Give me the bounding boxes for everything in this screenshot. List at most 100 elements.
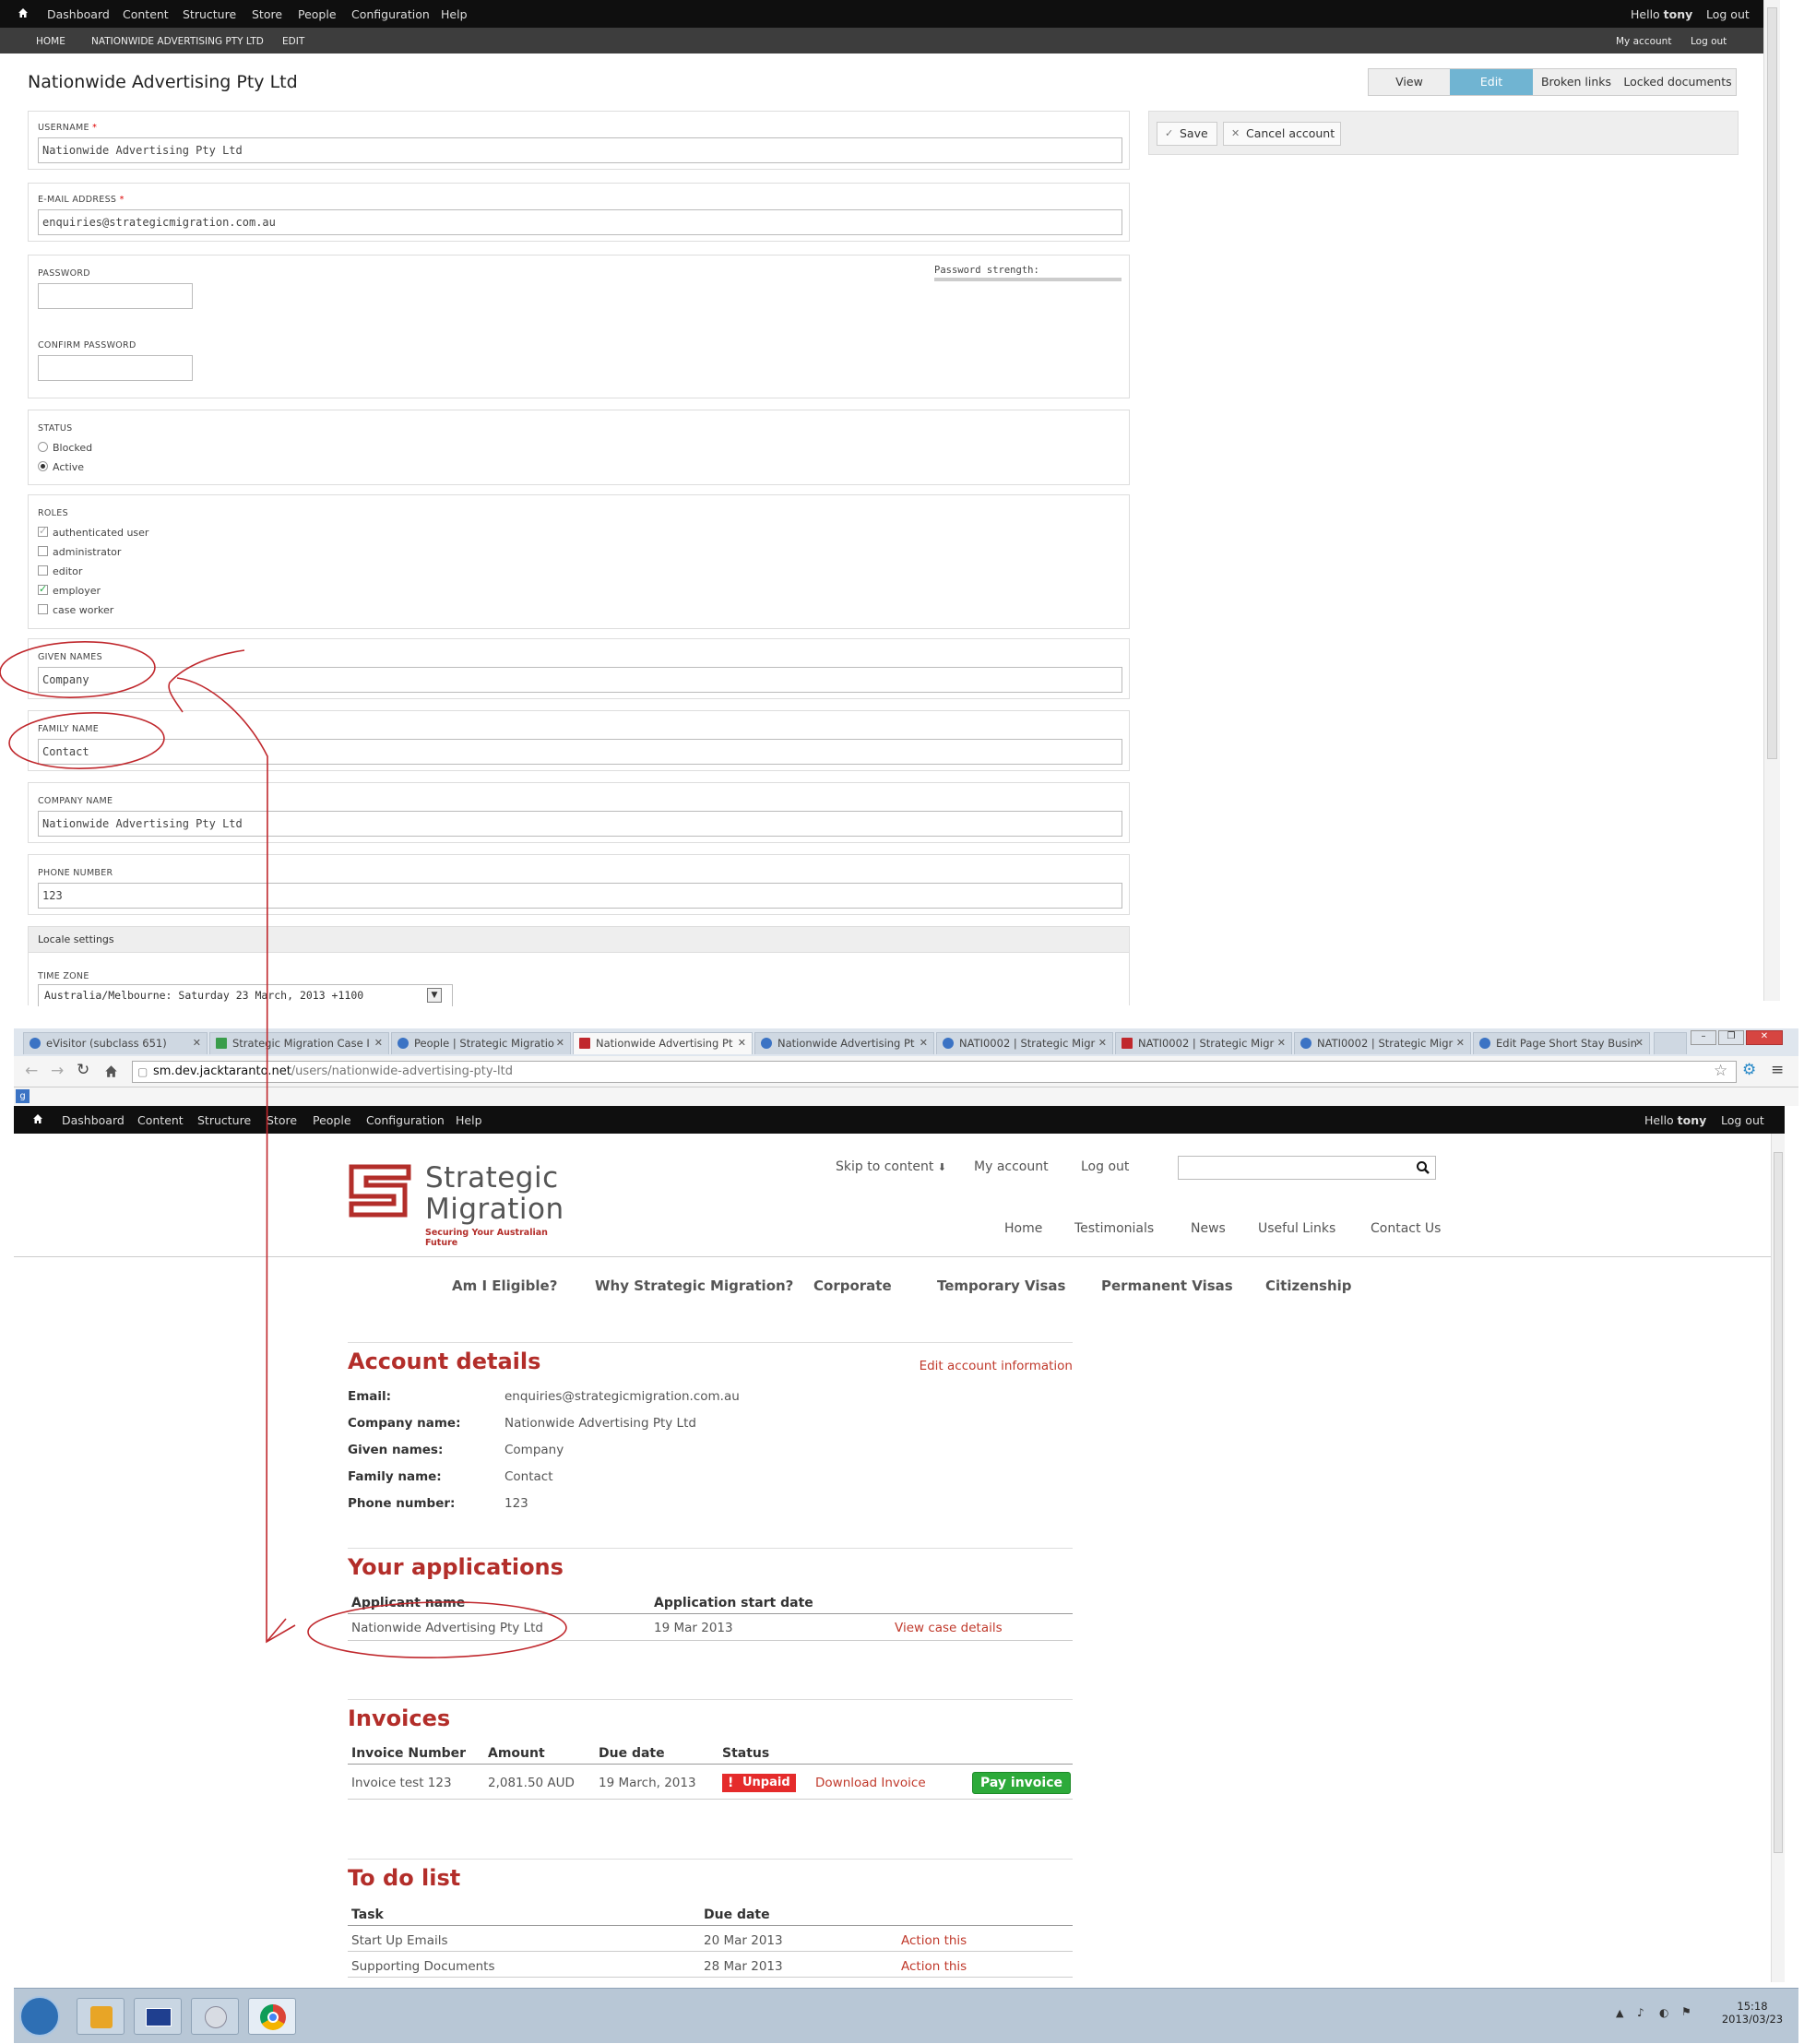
scrollbar-thumb[interactable]	[1767, 7, 1777, 759]
my-account-link[interactable]: My account	[1616, 36, 1671, 47]
tab-broken-links[interactable]: Broken links	[1533, 69, 1620, 95]
close-icon[interactable]: ✕	[738, 1033, 746, 1053]
new-tab-button[interactable]	[1654, 1032, 1687, 1054]
window-close-icon[interactable]: ✕	[1746, 1030, 1783, 1045]
close-icon[interactable]: ✕	[193, 1033, 201, 1053]
mainnav-citizenship[interactable]: Citizenship	[1265, 1278, 1352, 1294]
action-this-link[interactable]: Action this	[901, 1933, 967, 1948]
extension-gear-icon[interactable]: ⚙	[1742, 1061, 1756, 1079]
confirm-password-input[interactable]	[38, 355, 193, 381]
tray-expand-icon[interactable]: ▲	[1616, 2007, 1623, 2019]
role-editor[interactable]: editor	[38, 565, 82, 577]
start-button-icon[interactable]	[19, 1996, 60, 2037]
browser-tab-active[interactable]: Nationwide Advertising Pt ✕	[573, 1032, 753, 1054]
timezone-select[interactable]: Australia/Melbourne: Saturday 23 March, …	[38, 984, 453, 1006]
toolbar-item-store[interactable]: Store	[252, 7, 282, 21]
nav-news[interactable]: News	[1191, 1221, 1226, 1236]
radio-blocked[interactable]	[38, 442, 48, 452]
reload-icon[interactable]: ↻	[77, 1061, 89, 1079]
given-names-input[interactable]: Company	[38, 667, 1122, 693]
google-bookmark-icon[interactable]: g	[16, 1089, 30, 1103]
email-input[interactable]: enquiries@strategicmigration.com.au	[38, 209, 1122, 235]
toolbar-item-content[interactable]: Content	[137, 1113, 184, 1127]
home-icon[interactable]	[18, 7, 29, 18]
nav-useful-links[interactable]: Useful Links	[1258, 1221, 1335, 1236]
view-case-details-link[interactable]: View case details	[895, 1621, 1003, 1635]
logout-link[interactable]: Log out	[1081, 1159, 1129, 1174]
action-this-link[interactable]: Action this	[901, 1959, 967, 1974]
locale-title[interactable]: Locale settings	[38, 933, 114, 945]
password-input[interactable]	[38, 283, 193, 309]
tray-flag-icon[interactable]: ⚑	[1681, 2005, 1691, 2018]
nav-testimonials[interactable]: Testimonials	[1074, 1221, 1154, 1236]
close-icon[interactable]: ✕	[1277, 1033, 1286, 1053]
browser-tab[interactable]: People | Strategic Migratio ✕	[391, 1032, 571, 1054]
toolbar-item-help[interactable]: Help	[456, 1113, 482, 1127]
browser-tab[interactable]: NATI0002 | Strategic Migr ✕	[1294, 1032, 1471, 1054]
browser-tab[interactable]: Nationwide Advertising Pt ✕	[754, 1032, 934, 1054]
breadcrumb-home[interactable]: HOME	[36, 36, 65, 47]
forward-icon[interactable]: →	[51, 1062, 64, 1080]
search-input[interactable]	[1178, 1156, 1436, 1180]
tray-network-icon[interactable]: ◐	[1659, 2006, 1668, 2019]
toolbar-logout[interactable]: Log out	[1706, 7, 1750, 21]
scrollbar-thumb[interactable]	[1774, 1152, 1783, 1853]
checkbox-administrator[interactable]	[38, 546, 48, 556]
toolbar-item-store[interactable]: Store	[267, 1113, 297, 1127]
tab-edit[interactable]: Edit	[1450, 69, 1533, 95]
username-input[interactable]: Nationwide Advertising Pty Ltd	[38, 137, 1122, 163]
role-employer[interactable]: employer	[38, 583, 101, 597]
checkbox-case-worker[interactable]	[38, 604, 48, 614]
phone-input[interactable]: 123	[38, 883, 1122, 909]
radio-active[interactable]	[38, 461, 48, 471]
home-icon[interactable]	[32, 1113, 43, 1124]
nav-contact-us[interactable]: Contact Us	[1371, 1221, 1441, 1236]
mainnav-permanent-visas[interactable]: Permanent Visas	[1101, 1278, 1233, 1294]
toolbar-item-structure[interactable]: Structure	[183, 7, 236, 21]
close-icon[interactable]: ✕	[1635, 1033, 1644, 1053]
breadcrumb-edit[interactable]: EDIT	[282, 36, 304, 47]
menu-icon[interactable]: ≡	[1771, 1061, 1784, 1079]
close-icon[interactable]: ✕	[1098, 1033, 1107, 1053]
address-bar[interactable]: ▢ sm.dev.jacktaranto.net/users/nationwide…	[132, 1061, 1737, 1083]
browser-tab[interactable]: NATI0002 | Strategic Migr ✕	[1115, 1032, 1292, 1054]
tab-view[interactable]: View	[1369, 69, 1450, 95]
nav-home[interactable]: Home	[1004, 1221, 1042, 1236]
back-icon[interactable]: ←	[25, 1062, 38, 1080]
save-button[interactable]: ✓ Save	[1157, 122, 1217, 146]
close-icon[interactable]: ✕	[374, 1033, 383, 1053]
browser-tab[interactable]: NATI0002 | Strategic Migr ✕	[936, 1032, 1113, 1054]
toolbar-item-people[interactable]: People	[313, 1113, 351, 1127]
minimize-icon[interactable]: –	[1691, 1030, 1716, 1045]
close-icon[interactable]: ✕	[556, 1033, 564, 1053]
admin-scrollbar[interactable]	[1763, 0, 1780, 1001]
tab-locked-documents[interactable]: Locked documents	[1620, 69, 1736, 95]
role-administrator[interactable]: administrator	[38, 546, 121, 558]
checkbox-editor[interactable]	[38, 565, 48, 576]
toolbar-item-help[interactable]: Help	[441, 7, 468, 21]
toolbar-item-dashboard[interactable]: Dashboard	[47, 7, 110, 21]
toolbar-item-configuration[interactable]: Configuration	[366, 1113, 445, 1127]
locale-header[interactable]	[29, 927, 1129, 953]
browser-tab[interactable]: eVisitor (subclass 651) ✕	[23, 1032, 208, 1054]
chevron-down-icon[interactable]: ▼	[427, 988, 442, 1003]
browser-tab[interactable]: Strategic Migration Case I ✕	[209, 1032, 389, 1054]
toolbar-item-configuration[interactable]: Configuration	[351, 7, 430, 21]
mainnav-corporate[interactable]: Corporate	[813, 1278, 892, 1294]
page-scrollbar[interactable]	[1771, 1134, 1785, 1982]
family-name-input[interactable]: Contact	[38, 739, 1122, 765]
chrome-taskbar-icon[interactable]	[248, 1998, 296, 2035]
role-case-worker[interactable]: case worker	[38, 604, 113, 616]
mainnav-temporary-visas[interactable]: Temporary Visas	[937, 1278, 1065, 1294]
toolbar-item-people[interactable]: People	[298, 7, 337, 21]
company-name-input[interactable]: Nationwide Advertising Pty Ltd	[38, 811, 1122, 837]
taskbar-clock[interactable]: 15:18 2013/03/23	[1720, 2000, 1785, 2026]
home-icon[interactable]	[104, 1064, 118, 1078]
status-blocked-option[interactable]: Blocked	[38, 442, 92, 454]
maximize-icon[interactable]: ❐	[1718, 1030, 1744, 1045]
toolbar-item-structure[interactable]: Structure	[197, 1113, 251, 1127]
checkbox-employer[interactable]	[38, 583, 48, 595]
toolbar-logout[interactable]: Log out	[1721, 1113, 1764, 1127]
search-icon[interactable]	[1416, 1160, 1430, 1175]
pay-invoice-button[interactable]: Pay invoice	[972, 1772, 1072, 1794]
